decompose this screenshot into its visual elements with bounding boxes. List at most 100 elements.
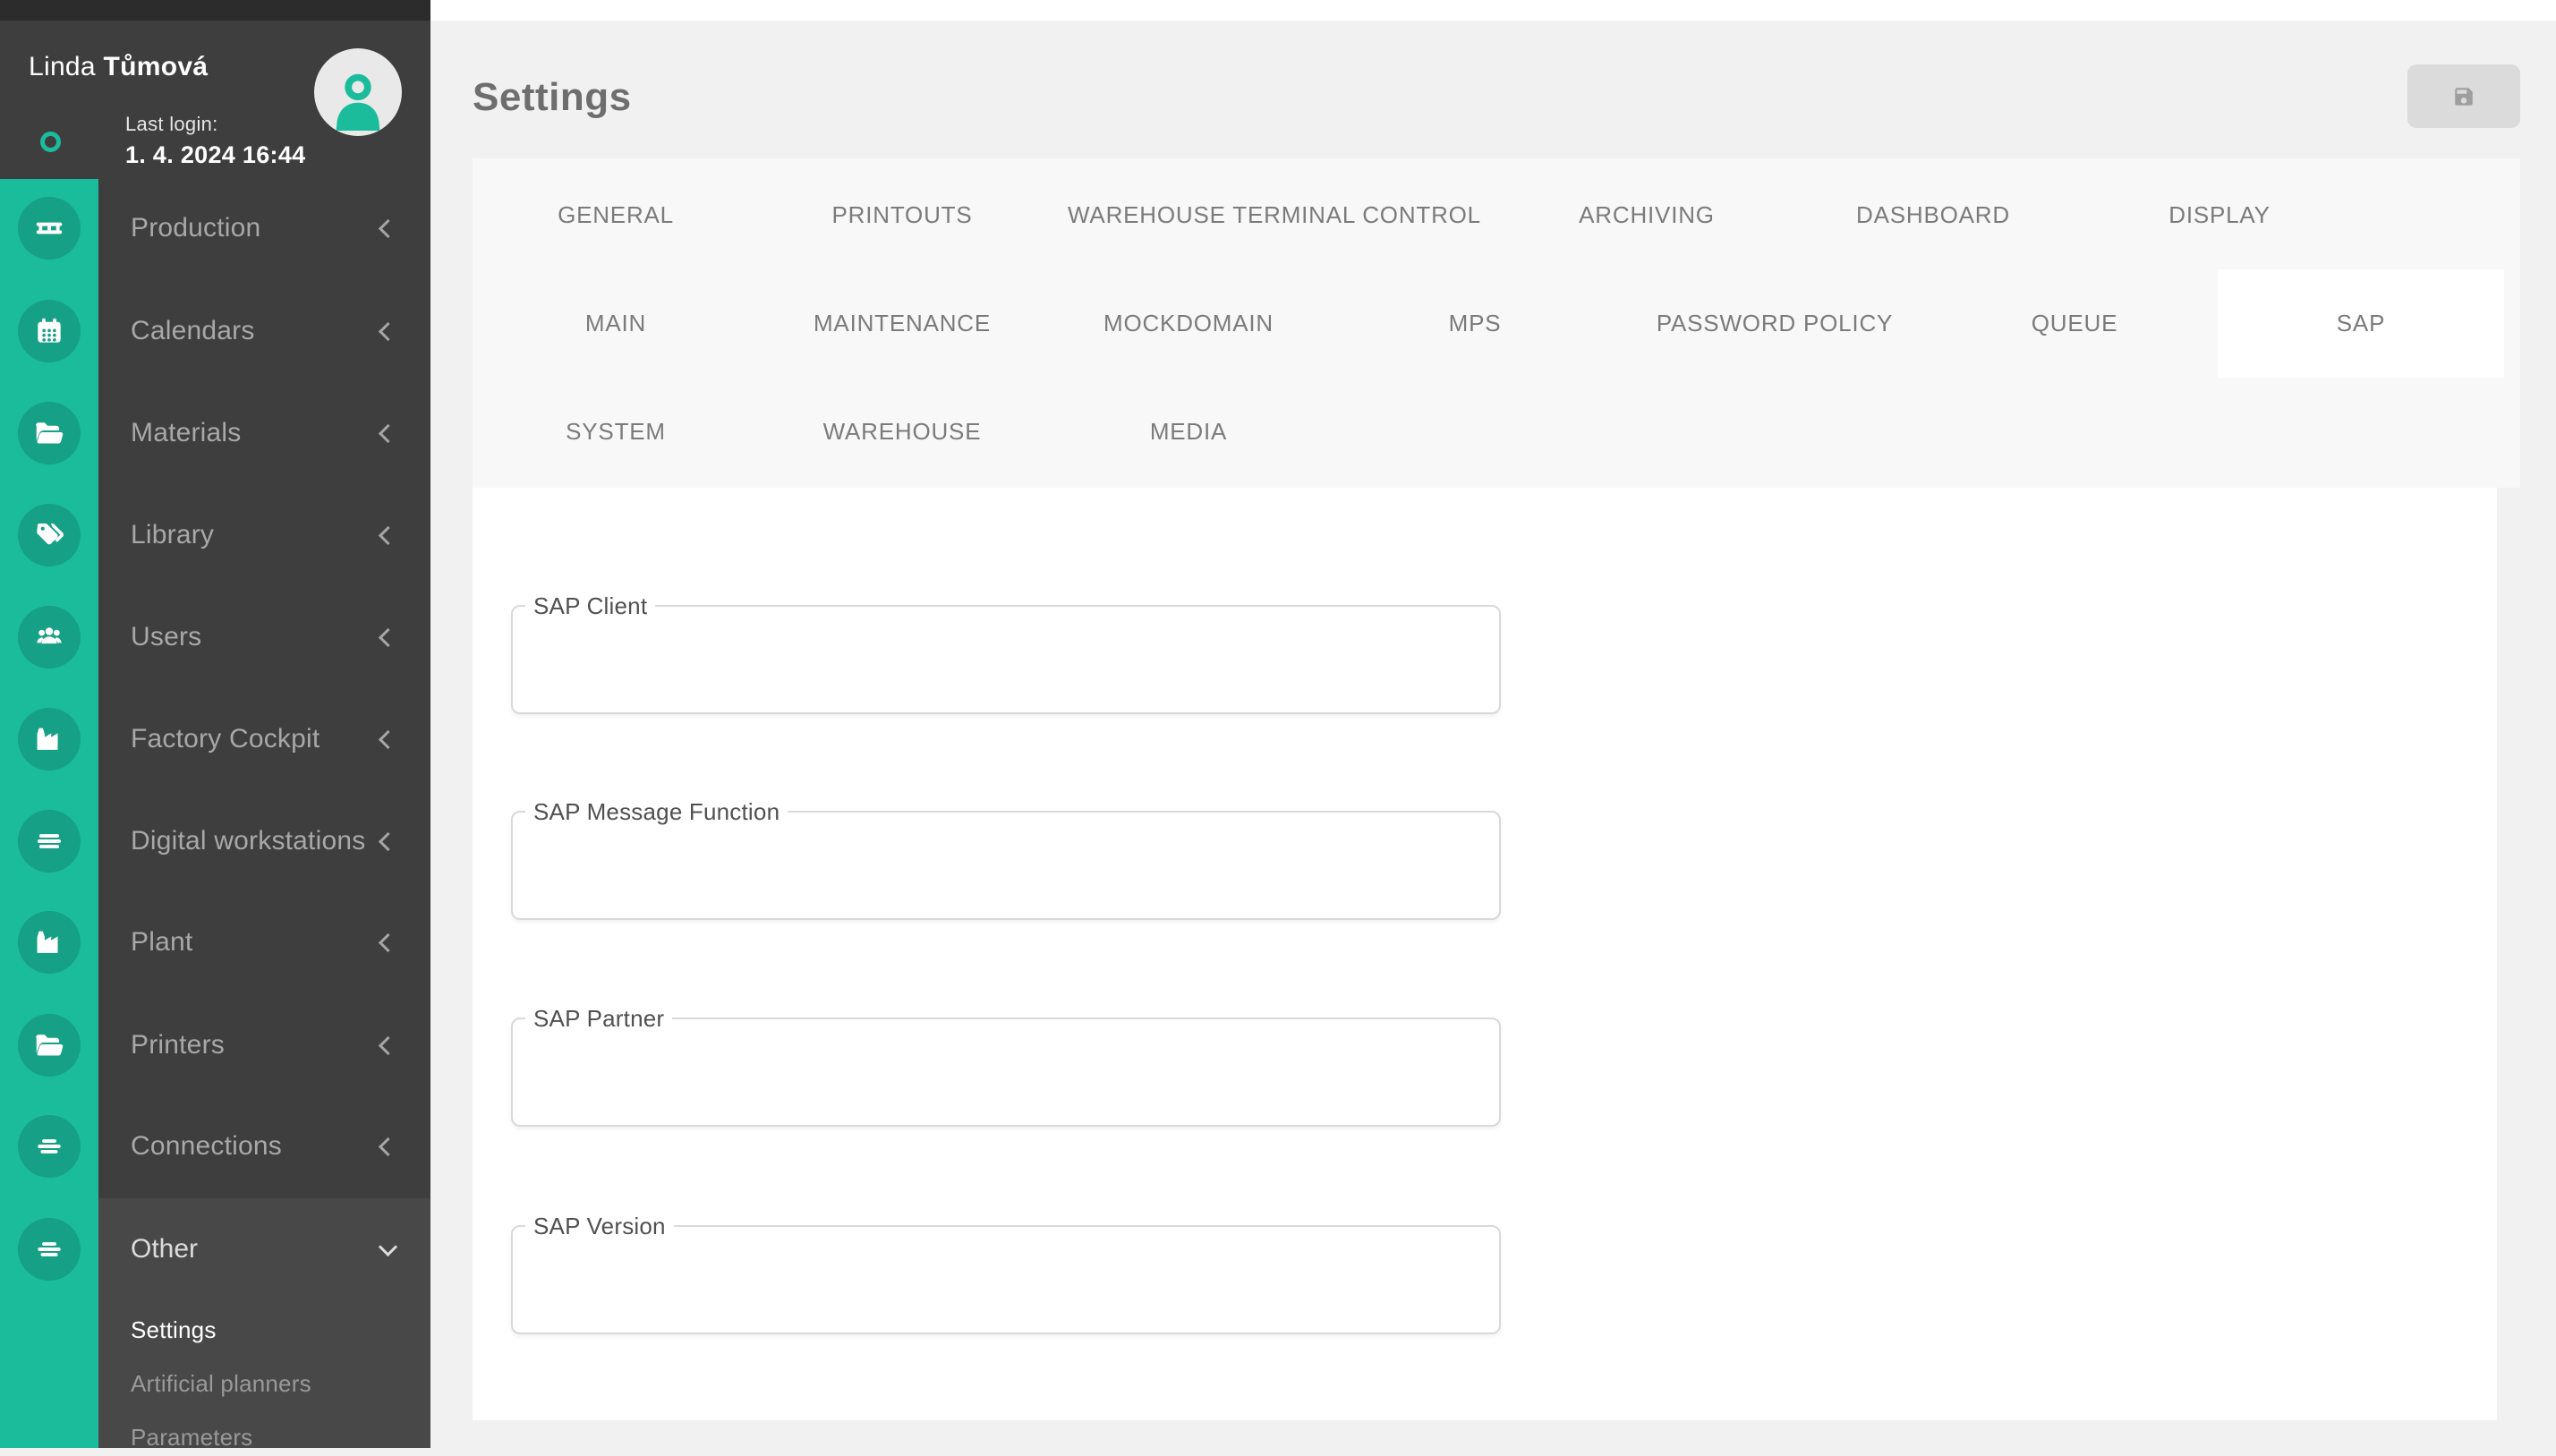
sidebar-icon-library[interactable] xyxy=(18,504,81,566)
sap-client-field: SAP Client xyxy=(511,605,1501,714)
lines-icon xyxy=(32,824,66,858)
folder-open-icon xyxy=(32,1028,66,1062)
sidebar-section-other: Other Settings Artificial planners Param… xyxy=(98,1198,430,1448)
user-last-name: Tůmová xyxy=(104,52,209,81)
sidebar-item-label: Calendars xyxy=(98,316,381,346)
sidebar-item-label: Printers xyxy=(98,1030,381,1060)
tab-mockdomain[interactable]: MOCKDOMAIN xyxy=(1045,269,1332,378)
sidebar-item-factory-cockpit[interactable]: Factory Cockpit xyxy=(98,712,430,766)
sidebar-item-calendars[interactable]: Calendars xyxy=(98,304,430,358)
sidebar-icon-plant[interactable] xyxy=(18,911,81,974)
user-first-name: Linda xyxy=(29,52,96,81)
sidebar-item-label: Users xyxy=(98,622,381,652)
sap-version-label: SAP Version xyxy=(525,1213,674,1240)
last-login-label: Last login: xyxy=(125,113,305,136)
tags-icon xyxy=(32,518,66,552)
sidebar-item-printers[interactable]: Printers xyxy=(98,1018,430,1072)
sidebar-item-production[interactable]: Production xyxy=(98,201,430,255)
tab-archiving[interactable]: ARCHIVING xyxy=(1504,161,1790,269)
tab-system[interactable]: SYSTEM xyxy=(473,378,759,486)
tab-queue[interactable]: QUEUE xyxy=(1931,269,2218,378)
icon-rail xyxy=(0,179,98,1448)
sap-message-function-input[interactable] xyxy=(513,813,1499,918)
sap-version-field: SAP Version xyxy=(511,1225,1501,1334)
tab-mps[interactable]: MPS xyxy=(1332,269,1618,378)
sap-message-function-label: SAP Message Function xyxy=(525,798,788,826)
pallet-icon xyxy=(32,211,66,245)
sidebar-icon-materials[interactable] xyxy=(18,402,81,464)
sidebar-item-connections[interactable]: Connections xyxy=(98,1120,430,1173)
sidebar-subitem-artificial-planners[interactable]: Artificial planners xyxy=(98,1365,430,1402)
align-lines-icon xyxy=(32,1232,66,1266)
sidebar-top-strip xyxy=(0,0,430,21)
folder-open-icon xyxy=(32,416,66,450)
sap-client-input[interactable] xyxy=(513,607,1499,712)
sidebar-item-plant[interactable]: Plant xyxy=(98,915,430,969)
tab-warehouse[interactable]: WAREHOUSE xyxy=(759,378,1045,486)
sidebar-item-label: Plant xyxy=(98,927,381,958)
tab-printouts[interactable]: PRINTOUTS xyxy=(759,161,1045,269)
avatar xyxy=(314,48,402,136)
save-button[interactable] xyxy=(2407,64,2520,128)
sidebar-item-label: Connections xyxy=(98,1131,381,1162)
sidebar-icon-calendars[interactable] xyxy=(18,300,81,362)
sidebar-item-label: Materials xyxy=(98,418,381,448)
tab-media[interactable]: MEDIA xyxy=(1045,378,1332,486)
chevron-left-icon xyxy=(379,729,397,748)
sidebar-item-label: Library xyxy=(98,520,381,550)
page-title: Settings xyxy=(473,75,632,120)
chevron-left-icon xyxy=(379,627,397,646)
sidebar-icon-other[interactable] xyxy=(18,1218,81,1281)
sidebar-item-digital-workstations[interactable]: Digital workstations xyxy=(98,814,430,868)
chevron-left-icon xyxy=(379,1137,397,1155)
tab-warehouse-terminal-control[interactable]: WAREHOUSE TERMINAL CONTROL xyxy=(1045,161,1504,269)
chevron-left-icon xyxy=(379,423,397,442)
settings-tabs: GENERAL PRINTOUTS WAREHOUSE TERMINAL CON… xyxy=(473,158,2520,488)
floppy-disk-icon xyxy=(2452,85,2475,108)
sidebar-icon-connections[interactable] xyxy=(18,1115,81,1178)
sap-version-input[interactable] xyxy=(513,1227,1499,1333)
tab-display[interactable]: DISPLAY xyxy=(2076,161,2363,269)
sidebar-item-materials[interactable]: Materials xyxy=(98,406,430,460)
tab-password-policy[interactable]: PASSWORD POLICY xyxy=(1618,269,1931,378)
chevron-down-icon xyxy=(379,1237,397,1256)
tab-sap[interactable]: SAP xyxy=(2218,269,2504,378)
sap-partner-label: SAP Partner xyxy=(525,1005,672,1033)
sap-client-label: SAP Client xyxy=(525,592,655,620)
factory-icon xyxy=(32,925,66,959)
sap-settings-form: SAP Client SAP Message Function SAP Part… xyxy=(473,488,2497,1420)
sap-partner-field: SAP Partner xyxy=(511,1017,1501,1127)
status-ring-indicator xyxy=(40,132,61,152)
tab-general[interactable]: GENERAL xyxy=(473,161,759,269)
factory-icon xyxy=(32,722,66,756)
align-lines-icon xyxy=(32,1129,66,1163)
last-login: Last login: 1. 4. 2024 16:44 xyxy=(125,113,305,169)
sidebar-item-users[interactable]: Users xyxy=(98,610,430,664)
sidebar-item-label: Other xyxy=(98,1234,381,1264)
sidebar-subitem-settings[interactable]: Settings xyxy=(98,1311,430,1349)
sap-message-function-field: SAP Message Function xyxy=(511,811,1501,920)
sidebar-subitem-parameters[interactable]: Parameters xyxy=(98,1418,430,1456)
sidebar-item-library[interactable]: Library xyxy=(98,508,430,562)
tab-main[interactable]: MAIN xyxy=(473,269,759,378)
sidebar-icon-factory-cockpit[interactable] xyxy=(18,708,81,771)
tab-maintenance[interactable]: MAINTENANCE xyxy=(759,269,1045,378)
sidebar-icon-printers[interactable] xyxy=(18,1014,81,1077)
sidebar-icon-production[interactable] xyxy=(18,197,81,260)
tab-dashboard[interactable]: DASHBOARD xyxy=(1790,161,2076,269)
main-top-strip xyxy=(430,0,2556,21)
sidebar-icon-users[interactable] xyxy=(18,606,81,668)
user-name: Linda Tůmová xyxy=(29,52,208,82)
sap-partner-input[interactable] xyxy=(513,1019,1499,1125)
chevron-left-icon xyxy=(379,525,397,544)
chevron-left-icon xyxy=(379,218,397,237)
chevron-left-icon xyxy=(379,831,397,850)
person-icon xyxy=(326,66,390,131)
sidebar-item-label: Production xyxy=(98,213,381,243)
users-icon xyxy=(32,620,66,654)
chevron-left-icon xyxy=(379,321,397,340)
chevron-left-icon xyxy=(379,1035,397,1054)
sidebar-icon-digital-workstations[interactable] xyxy=(18,810,81,873)
sidebar-item-other[interactable]: Other xyxy=(98,1222,430,1276)
sidebar-item-label: Factory Cockpit xyxy=(98,724,381,754)
